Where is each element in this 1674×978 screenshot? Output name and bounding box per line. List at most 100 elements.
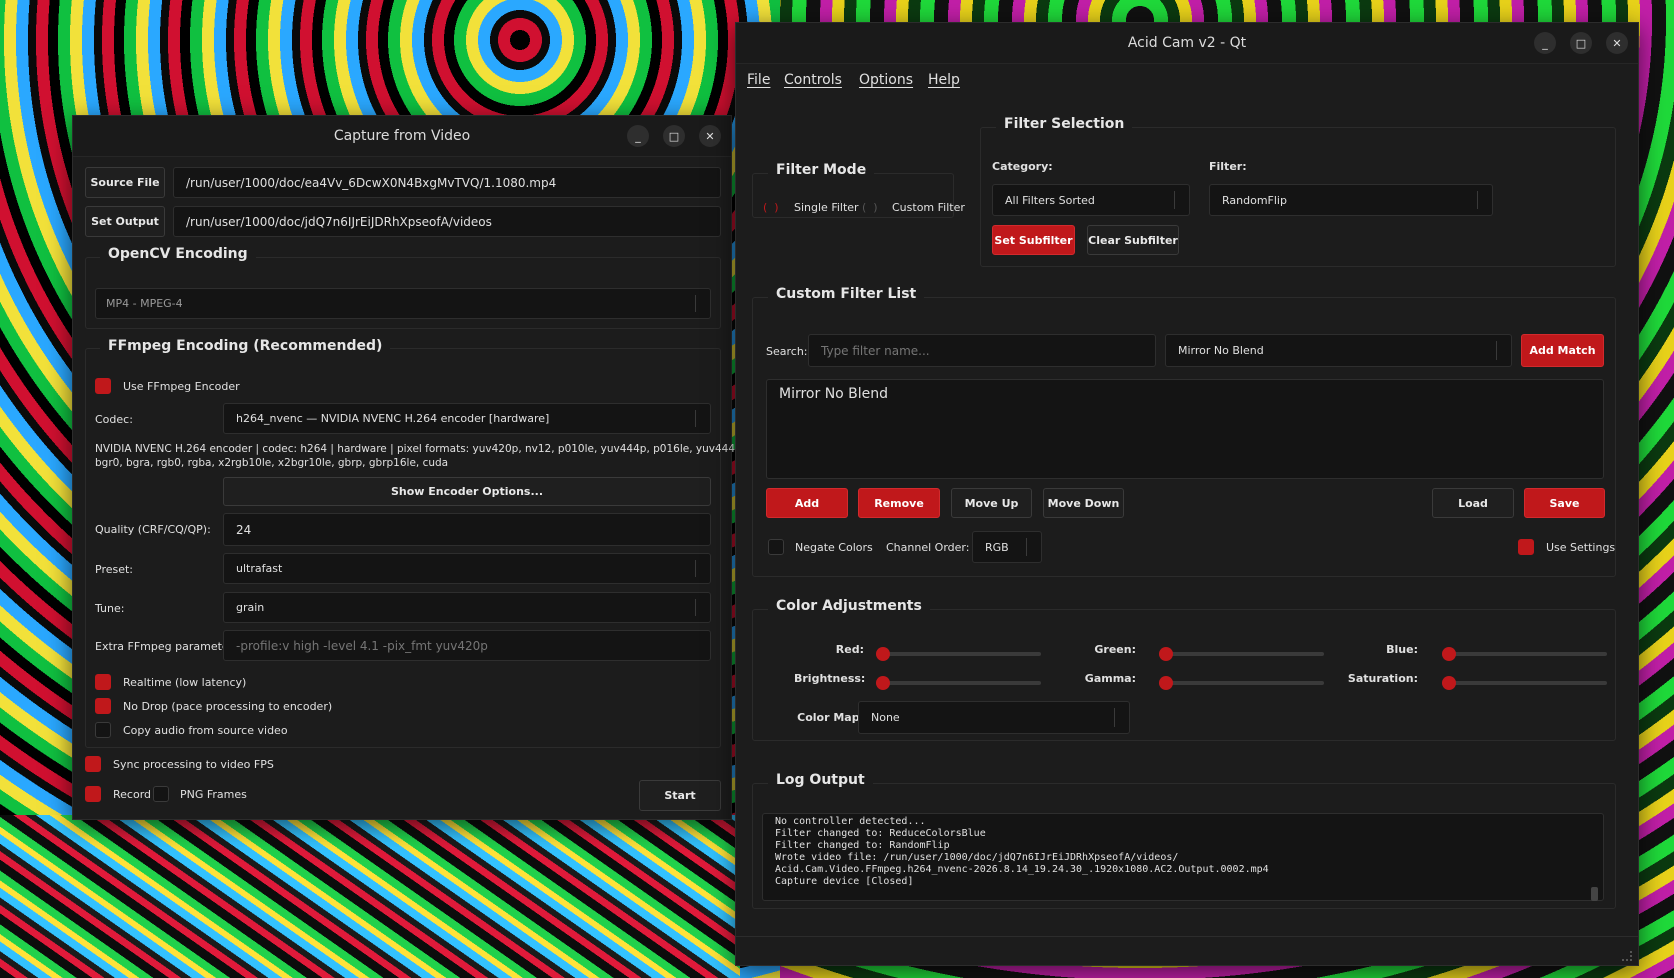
sync-fps-checkbox[interactable] [85,756,101,772]
log-line: No controller detected... [775,816,926,827]
brightness-slider[interactable] [876,676,1041,690]
use-ffmpeg-label: Use FFmpeg Encoder [123,380,240,393]
use-settings-label: Use Settings [1546,541,1616,554]
log-line: Filter changed to: ReduceColorsBlue [775,828,986,839]
minimize-icon[interactable]: _ [627,125,649,147]
close-icon[interactable]: ✕ [1606,32,1628,54]
close-icon[interactable]: ✕ [699,125,721,147]
capture-window: Capture from Video _ □ ✕ Source File /ru… [72,115,768,820]
copy-audio-checkbox[interactable] [95,722,111,738]
nodrop-checkbox[interactable] [95,698,111,714]
opencv-codec-select[interactable]: MP4 - MPEG-4 [95,288,711,319]
custom-filter-list[interactable]: Mirror No Blend [766,379,1604,479]
extra-params-input[interactable] [223,630,711,661]
sync-fps-label: Sync processing to video FPS [113,758,274,771]
log-scrollbar-handle[interactable] [1591,887,1598,901]
tune-select[interactable]: grain [223,592,711,623]
set-subfilter-button[interactable]: Set Subfilter [992,225,1075,255]
gamma-slider[interactable] [1159,676,1324,690]
negate-colors-label: Negate Colors [795,541,873,554]
menu-controls[interactable]: Controls [784,72,842,88]
set-output-button[interactable]: Set Output [85,206,165,237]
green-slider-knob[interactable] [1159,647,1173,661]
load-button[interactable]: Load [1432,488,1514,518]
search-label: Search: [766,345,808,358]
custom-filter-label: Custom Filter [892,201,965,214]
move-up-button[interactable]: Move Up [951,488,1032,518]
start-button[interactable]: Start [639,780,721,811]
acidcam-window-title: Acid Cam v2 - Qt [1127,35,1247,51]
realtime-checkbox[interactable] [95,674,111,690]
copy-audio-label: Copy audio from source video [123,724,288,737]
channel-order-select[interactable]: RGB [972,531,1042,563]
preset-select[interactable]: ultrafast [223,553,711,584]
menu-help[interactable]: Help [928,72,960,88]
save-button[interactable]: Save [1524,488,1605,518]
gamma-slider-knob[interactable] [1159,676,1173,690]
opencv-title: OpenCV Encoding [100,246,256,262]
brightness-slider-knob[interactable] [876,676,890,690]
capture-window-title: Capture from Video [333,128,471,144]
color-map-label: Color Map: [797,711,864,724]
acidcam-window: Acid Cam v2 - Qt _ □ ✕ File Controls Opt… [735,22,1639,966]
source-file-path[interactable]: /run/user/1000/doc/ea4Vv_6DcwX0N4BxgMvTV… [173,167,721,198]
menu-options[interactable]: Options [859,72,913,88]
brightness-label: Brightness: [794,672,866,685]
filter-mode-title: Filter Mode [768,162,875,178]
blue-label: Blue: [1386,643,1418,656]
maximize-icon[interactable]: □ [1570,32,1592,54]
quality-spinbox[interactable]: 24 [223,513,711,546]
minimize-icon[interactable]: _ [1534,32,1556,54]
filter-label: Filter: [1209,160,1247,173]
ffmpeg-title: FFmpeg Encoding (Recommended) [100,338,391,354]
move-down-button[interactable]: Move Down [1043,488,1124,518]
red-slider-knob[interactable] [876,647,890,661]
use-settings-checkbox[interactable] [1518,539,1534,555]
search-input[interactable] [808,334,1156,367]
use-ffmpeg-checkbox[interactable] [95,378,111,394]
log-output-title: Log Output [768,772,873,788]
blue-slider-knob[interactable] [1442,647,1456,661]
capture-titlebar: Capture from Video _ □ ✕ [73,116,731,157]
category-label: Category: [992,160,1053,173]
filter-select[interactable]: RandomFlip [1209,184,1493,216]
output-path[interactable]: /run/user/1000/doc/jdQ7n6IJrEiJDRhXpseof… [173,206,721,237]
custom-filter-radio[interactable]: ( ) [862,201,878,214]
menu-file[interactable]: File [747,72,770,88]
color-map-select[interactable]: None [858,701,1130,734]
green-slider[interactable] [1159,647,1324,661]
record-checkbox[interactable] [85,786,101,802]
blue-slider[interactable] [1442,647,1607,661]
acidcam-titlebar: Acid Cam v2 - Qt _ □ ✕ [736,23,1638,64]
maximize-icon[interactable]: □ [663,125,685,147]
resize-grip-icon[interactable] [1622,951,1632,961]
show-encoder-options-button[interactable]: Show Encoder Options... [223,477,711,506]
match-select[interactable]: Mirror No Blend [1165,334,1512,367]
realtime-label: Realtime (low latency) [123,676,247,689]
codec-info-line1: NVIDIA NVENC H.264 encoder | codec: h264… [95,443,768,455]
list-item[interactable]: Mirror No Blend [779,386,888,402]
saturation-slider-knob[interactable] [1442,676,1456,690]
gamma-label: Gamma: [1084,672,1136,685]
green-label: Green: [1094,643,1136,656]
negate-colors-checkbox[interactable] [768,539,784,555]
single-filter-radio[interactable]: ( ) [763,201,779,214]
saturation-slider[interactable] [1442,676,1607,690]
png-frames-checkbox[interactable] [153,786,169,802]
codec-info-line2: bgr0, bgra, rgb0, rgba, x2rgb10le, x2bgr… [95,457,449,469]
source-file-button[interactable]: Source File [85,167,165,198]
log-line: Capture device [Closed] [775,876,914,887]
remove-button[interactable]: Remove [858,488,940,518]
clear-subfilter-button[interactable]: Clear Subfilter [1087,225,1179,255]
codec-select[interactable]: h264_nvenc — NVIDIA NVENC H.264 encoder … [223,403,711,434]
preset-label: Preset: [95,563,134,576]
category-select[interactable]: All Filters Sorted [992,184,1190,216]
filter-selection-title: Filter Selection [996,116,1133,132]
saturation-label: Saturation: [1347,672,1418,685]
tune-label: Tune: [95,602,125,615]
red-slider[interactable] [876,647,1041,661]
add-button[interactable]: Add [766,488,848,518]
desktop-wallpaper-bottom [0,815,740,978]
log-line: Filter changed to: RandomFlip [775,840,950,851]
add-match-button[interactable]: Add Match [1521,334,1604,367]
